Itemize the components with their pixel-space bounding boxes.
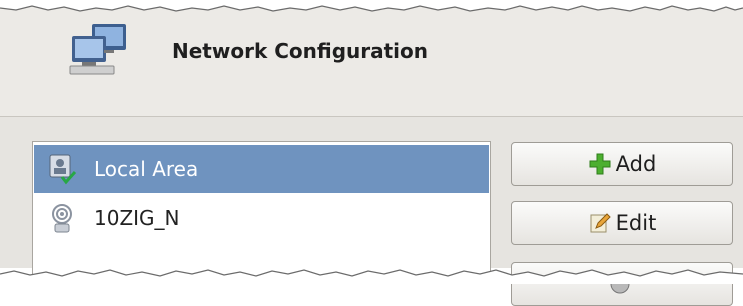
add-button[interactable]: Add [511, 142, 733, 186]
plus-icon [588, 152, 612, 176]
page-title: Network Configuration [172, 39, 428, 63]
wireless-icon [44, 200, 80, 236]
connection-list[interactable]: Local Area 10ZIG_N [32, 141, 491, 283]
dialog-header: Network Configuration [0, 6, 743, 117]
list-item-10zig-n[interactable]: 10ZIG_N [34, 194, 489, 242]
list-item-label: 10ZIG_N [94, 206, 180, 230]
edit-pencil-icon [588, 211, 612, 235]
list-item-label: Local Area [94, 157, 199, 181]
torn-edge-top [0, 0, 743, 12]
torn-edge-bottom [0, 269, 743, 284]
edit-button-label: Edit [615, 211, 657, 235]
add-button-label: Add [615, 152, 657, 176]
wired-connected-icon [44, 151, 80, 187]
network-computers-icon [69, 24, 126, 75]
edit-button[interactable]: Edit [511, 201, 733, 245]
list-item-local-area[interactable]: Local Area [34, 145, 489, 193]
